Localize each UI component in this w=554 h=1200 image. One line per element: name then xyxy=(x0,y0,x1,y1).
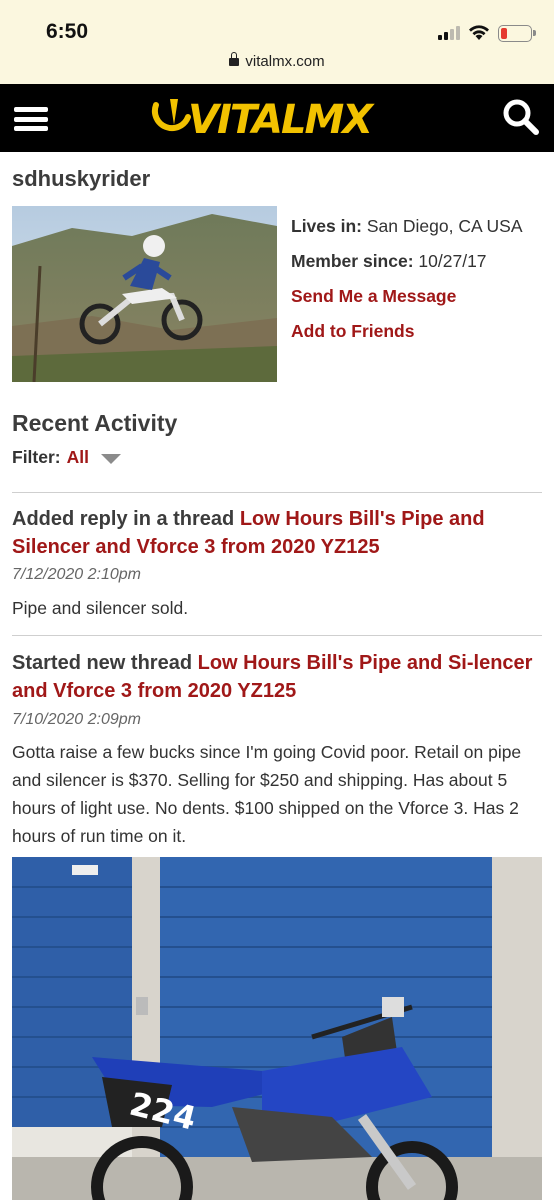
clock: 6:50 xyxy=(46,20,89,43)
battery-icon xyxy=(498,24,536,42)
address-bar[interactable]: vitalmx.com xyxy=(0,52,554,70)
activity-date: 7/12/2020 2:10pm xyxy=(12,566,141,583)
activity-date: 7/10/2020 2:09pm xyxy=(12,711,141,728)
wifi-icon xyxy=(469,25,489,40)
vitalmx-logo[interactable]: VITALMX xyxy=(148,95,406,141)
hamburger-menu-icon[interactable] xyxy=(14,107,48,131)
activity-body: Gotta raise a few bucks since I'm going … xyxy=(12,742,522,846)
lives-in-value: San Diego, CA USA xyxy=(366,216,523,236)
search-icon[interactable] xyxy=(502,98,540,136)
lives-in: Lives in: San Diego, CA USA xyxy=(291,216,523,237)
activity-action: Added reply in a thread xyxy=(12,508,235,530)
divider xyxy=(12,635,542,636)
activity-body: Pipe and silencer sold. xyxy=(12,598,189,618)
lock-icon xyxy=(229,52,240,66)
send-message-link[interactable]: Send Me a Message xyxy=(291,286,456,307)
activity-filter[interactable]: Filter: All xyxy=(12,447,121,468)
profile-username: sdhuskyrider xyxy=(12,166,151,191)
divider xyxy=(12,492,542,493)
chevron-down-icon[interactable] xyxy=(101,453,121,464)
logo-text: VITALMX xyxy=(188,97,375,141)
post-photo[interactable]: 224 224 xyxy=(12,857,542,1200)
status-bar: 6:50 vitalmx.com xyxy=(0,0,554,84)
profile-photo xyxy=(12,206,277,382)
filter-value[interactable]: All xyxy=(67,447,89,468)
cellular-signal-icon xyxy=(438,26,460,40)
url-text: vitalmx.com xyxy=(245,53,325,70)
recent-activity-heading: Recent Activity xyxy=(12,410,178,436)
activity-item-heading: Added reply in a thread Low Hours Bill's… xyxy=(12,505,542,561)
member-since-value: 10/27/17 xyxy=(418,251,487,271)
site-header: VITALMX xyxy=(0,84,554,152)
activity-action: Started new thread xyxy=(12,652,193,674)
activity-item-heading: Started new thread Low Hours Bill's Pipe… xyxy=(12,649,542,705)
lives-in-label: Lives in: xyxy=(291,216,362,236)
member-since-label: Member since: xyxy=(291,251,414,271)
add-friends-link[interactable]: Add to Friends xyxy=(291,321,414,342)
filter-label: Filter: xyxy=(12,447,61,467)
status-icons xyxy=(438,23,536,43)
member-since: Member since: 10/27/17 xyxy=(291,251,487,272)
